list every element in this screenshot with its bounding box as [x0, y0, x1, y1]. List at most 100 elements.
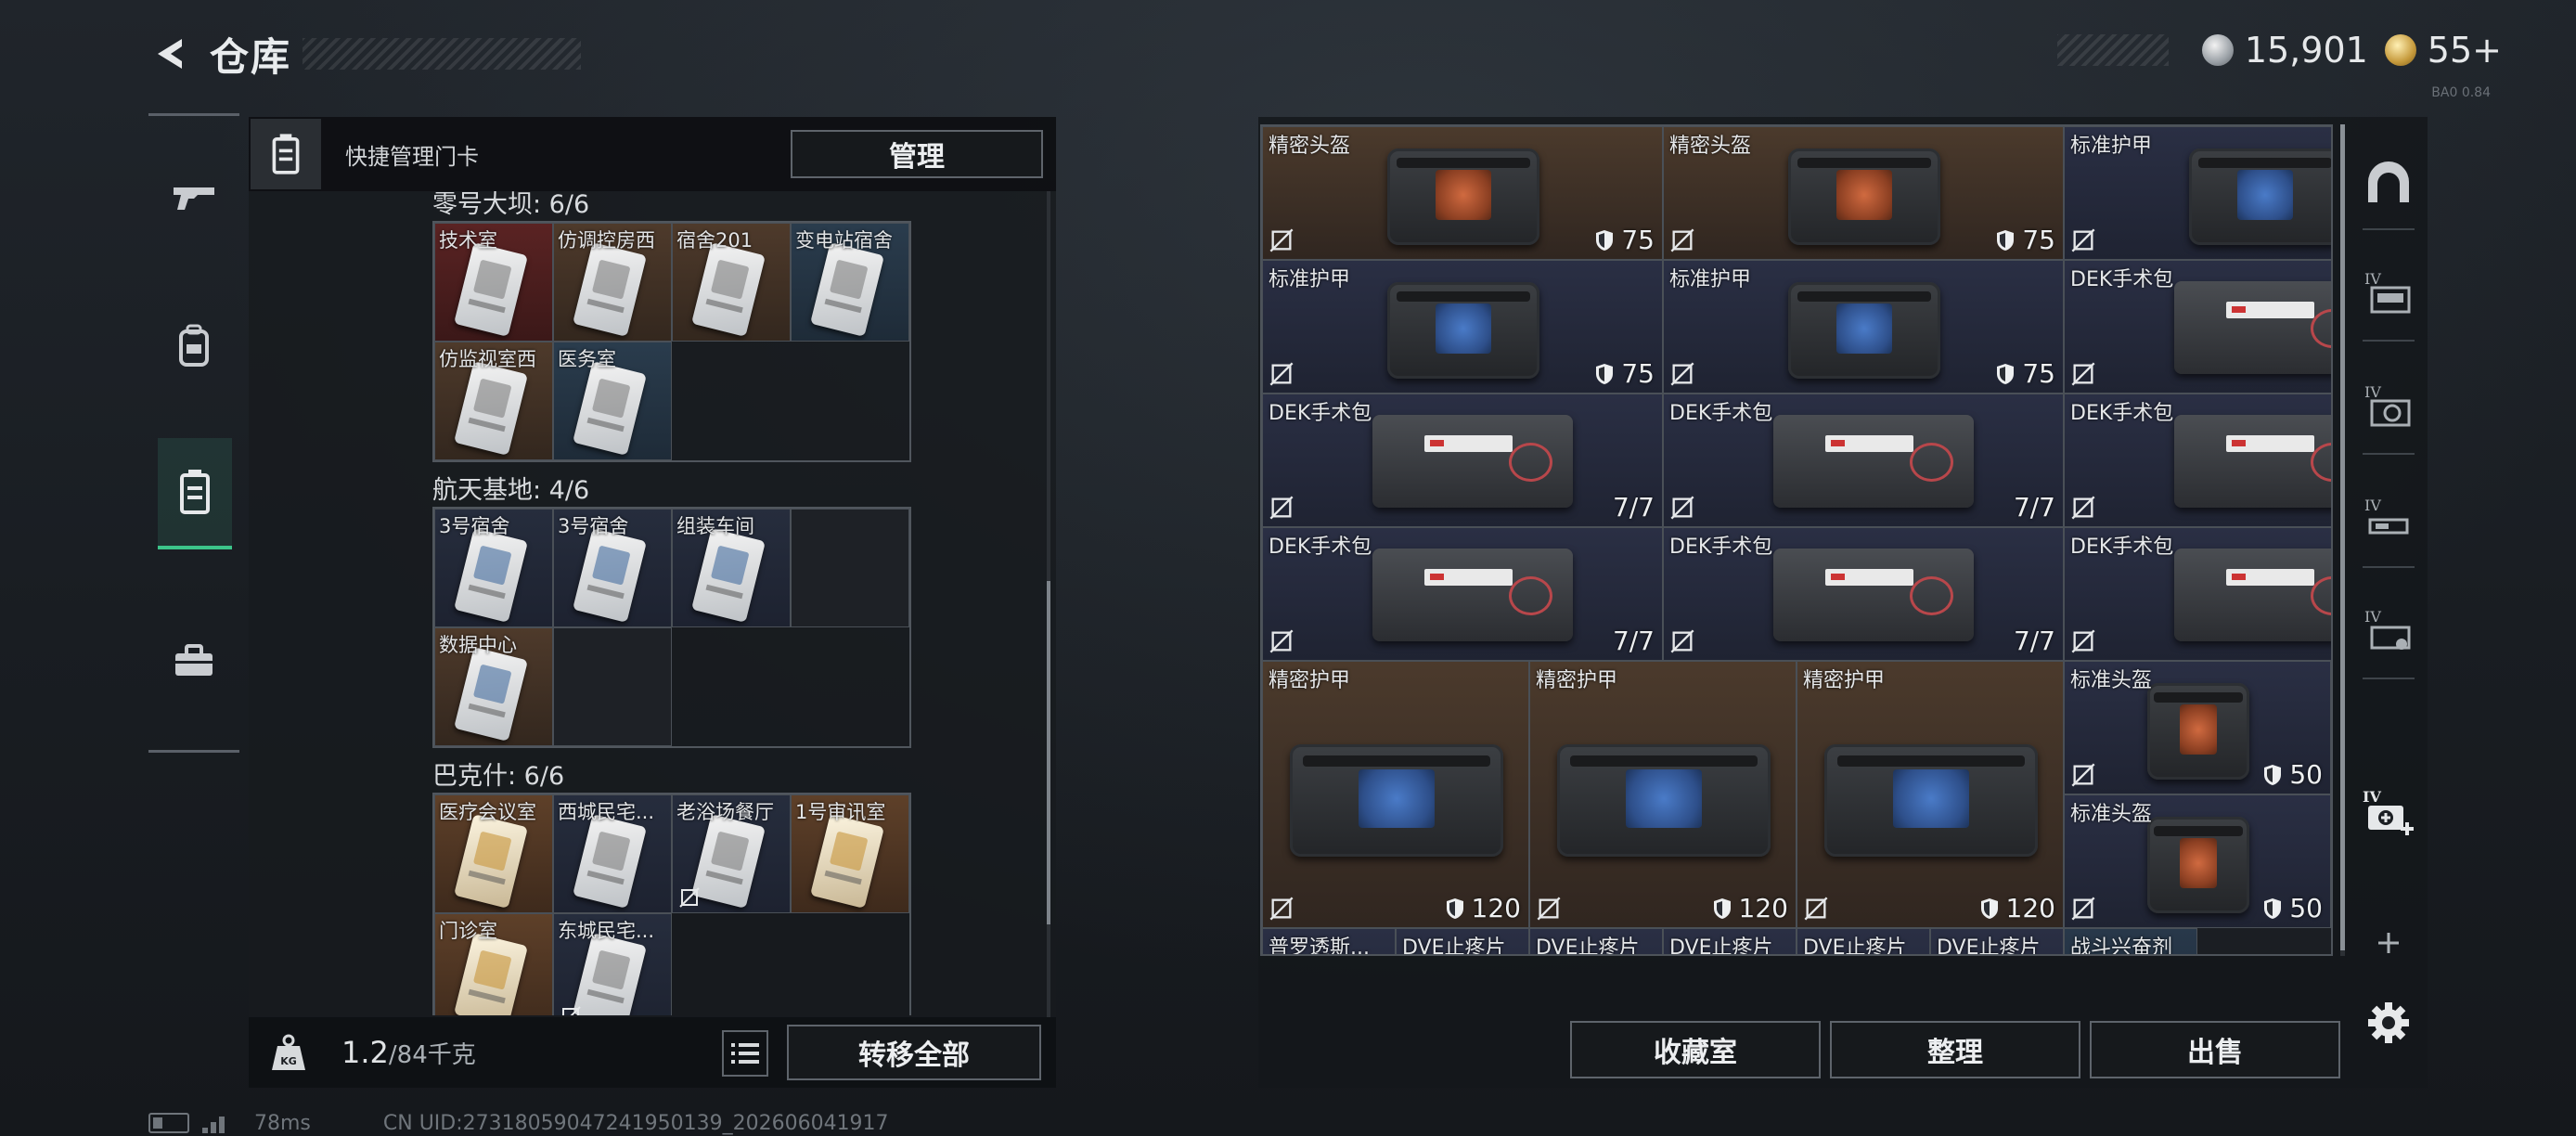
stash-item[interactable]: 精密护甲 120: [1797, 661, 2064, 928]
no-insurance-icon: [1669, 227, 1695, 253]
silver-currency: 15,901: [2201, 30, 2368, 71]
item-name: 精密头盔: [1269, 135, 1351, 158]
stash-item[interactable]: DEK手术包7/7: [1262, 394, 1663, 527]
sort-button[interactable]: 整理: [1830, 1021, 2080, 1078]
silver-amount: 15,901: [2244, 30, 2368, 71]
item-name: DEK手术包: [1669, 402, 1773, 425]
keycard-scrollbar-thumb[interactable]: [1047, 581, 1050, 924]
item-value: 7/7: [1613, 626, 1655, 656]
manage-button[interactable]: 管理: [791, 130, 1043, 178]
keycard-label: 西城民宅...: [558, 801, 655, 823]
stash-item[interactable]: 精密头盔 75: [1262, 126, 1663, 260]
stash-item[interactable]: DEK手术包7/7: [2064, 260, 2331, 394]
keycard-slot[interactable]: 数据中心: [434, 627, 553, 746]
header-left: 仓库: [148, 26, 582, 82]
keycard-image: [573, 528, 647, 623]
add-stash-button[interactable]: [2359, 913, 2418, 973]
stash-item[interactable]: DEK手术包7/7: [2064, 394, 2331, 527]
settings-button[interactable]: [2359, 993, 2418, 1052]
stash-item[interactable]: DEK手术包7/7: [1663, 394, 2064, 527]
armor-image: [1386, 282, 1540, 379]
keycard-slot[interactable]: 组装车间: [672, 509, 791, 627]
item-value-text: 7/7: [1612, 626, 1655, 656]
back-button[interactable]: [148, 32, 193, 76]
medkit-image: [1773, 548, 1974, 642]
stash-item[interactable]: 战斗兴奋剂: [2064, 928, 2197, 954]
item-value: 120: [1980, 893, 2055, 923]
stash-scrollbar-thumb[interactable]: [2340, 124, 2345, 950]
keycard-slot[interactable]: 技术室: [434, 223, 553, 342]
keycard-slot[interactable]: 西城民宅...: [553, 794, 672, 913]
tab-keycards[interactable]: [158, 438, 232, 549]
keycard-image: [454, 242, 528, 337]
tab-backpack[interactable]: [160, 290, 228, 401]
stash-footer: 收藏室 整理 出售: [1258, 1013, 2428, 1088]
tab-divider: [2363, 566, 2415, 568]
keycard-icon: [180, 470, 210, 514]
tab-stash-iv-add[interactable]: IV: [2359, 783, 2418, 843]
keycard-slot[interactable]: 仿调控房西: [553, 223, 672, 342]
stash-item[interactable]: DVE止疼片5/5: [1529, 928, 1663, 954]
keycard-panel-header: 快捷管理门卡 管理: [249, 117, 1056, 191]
stash-item[interactable]: DEK手术包7/7: [1663, 527, 2064, 661]
stash-tab-bar: IV IV IV IV IV: [2350, 117, 2428, 1043]
stash-grid[interactable]: 精密头盔75精密头盔75标准护甲75标准护甲75标准护甲75DEK手术包7/7D…: [1260, 124, 2333, 956]
keycard-list[interactable]: 零号大坝: 6/6 技术室 仿调控房西 宿舍201 变电站宿舍 仿监视室西 医务室 航天基…: [249, 191, 1039, 1015]
stash-item[interactable]: 精密护甲 120: [1529, 661, 1797, 928]
keycard-slot[interactable]: 1号审讯室: [791, 794, 909, 913]
keycard-slot[interactable]: 仿监视室西: [434, 342, 553, 460]
stash-item[interactable]: DEK手术包7/7: [2064, 527, 2331, 661]
item-value-text: 7/7: [2013, 626, 2055, 656]
keycard-slot[interactable]: 变电站宿舍: [791, 223, 909, 342]
tab-divider: [2363, 340, 2415, 342]
keycard-slot[interactable]: 宿舍201: [672, 223, 791, 342]
stash-item[interactable]: DVE止疼片5/5: [1797, 928, 1930, 954]
stash-panel: 精密头盔75精密头盔75标准护甲75标准护甲75标准护甲75DEK手术包7/7D…: [1258, 117, 2428, 1088]
stash-item[interactable]: DVE止疼片5/5: [1396, 928, 1529, 954]
list-view-button[interactable]: [722, 1030, 768, 1077]
stash-item[interactable]: 标准头盔50: [2064, 661, 2331, 794]
item-name: DVE止疼片: [1669, 936, 1773, 956]
keycard-label: 老浴场餐厅: [676, 801, 774, 823]
keycard-image: [573, 361, 647, 456]
tab-weapons[interactable]: [160, 141, 228, 252]
keycard-slot[interactable]: 老浴场餐厅: [672, 794, 791, 913]
stash-item[interactable]: 精密头盔 75: [1663, 126, 2064, 260]
group-title: 零号大坝: 6/6: [432, 191, 590, 219]
tab-stash-main[interactable]: [2359, 152, 2418, 212]
stash-item[interactable]: DVE止疼片5/5: [1663, 928, 1797, 956]
stash-item[interactable]: DEK手术包7/7: [1262, 527, 1663, 661]
collection-room-button[interactable]: 收藏室: [1570, 1021, 1821, 1078]
stash-item[interactable]: 普罗透斯...: [1262, 928, 1396, 954]
tab-briefcase[interactable]: [160, 605, 228, 716]
keycard-label: 仿监视室西: [439, 348, 536, 370]
transfer-all-button[interactable]: 转移全部: [787, 1025, 1041, 1080]
stash-item[interactable]: 标准护甲75: [1663, 260, 2064, 394]
stash-item[interactable]: 标准头盔50: [2064, 794, 2331, 928]
tab-stash-iv-3[interactable]: IV: [2359, 490, 2418, 549]
stash-item[interactable]: 标准头盔50: [2331, 661, 2333, 928]
item-value: 75: [1996, 225, 2055, 255]
keycard-slot[interactable]: 3号宿舍: [434, 509, 553, 627]
armor-image: [2188, 148, 2331, 245]
keycard-image: [454, 814, 528, 909]
keycard-slot[interactable]: 门诊室: [434, 913, 553, 1015]
keycard-slot[interactable]: 医疗会议室: [434, 794, 553, 913]
tab-stash-iv-4[interactable]: IV: [2359, 601, 2418, 661]
signal-icon: [202, 1113, 236, 1133]
keycard-slot[interactable]: 东城民宅...: [553, 913, 672, 1015]
stash-item[interactable]: 标准护甲75: [2064, 126, 2331, 260]
tab-stash-iv-1[interactable]: IV: [2359, 264, 2418, 323]
sell-button[interactable]: 出售: [2090, 1021, 2340, 1078]
no-insurance-icon: [560, 1005, 582, 1015]
stash-item[interactable]: DVE止疼片5/5: [1930, 928, 2064, 954]
stash-iv-add-icon: IV: [2363, 788, 2414, 835]
stash-item[interactable]: 精密护甲 120: [1262, 661, 1529, 928]
tab-stash-iv-2[interactable]: IV: [2359, 377, 2418, 436]
item-name: 标准护甲: [1669, 268, 1752, 291]
keycard-slot[interactable]: 3号宿舍: [553, 509, 672, 627]
keycard-slot[interactable]: 医务室: [553, 342, 672, 460]
stash-item[interactable]: 标准护甲75: [1262, 260, 1663, 394]
gold-currency[interactable]: 55+: [2384, 30, 2502, 71]
keycard-label: 仿调控房西: [558, 229, 655, 252]
